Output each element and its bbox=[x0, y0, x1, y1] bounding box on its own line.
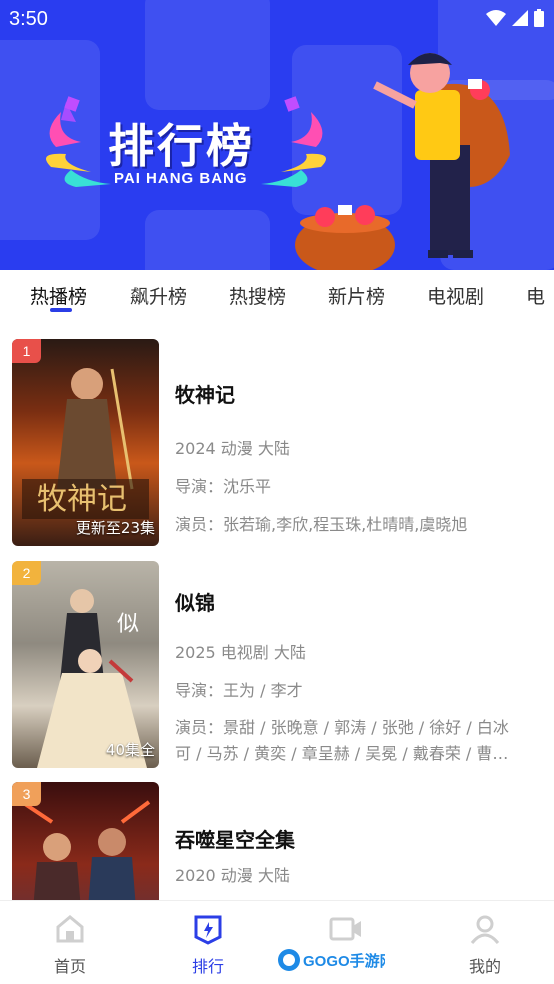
tab-active-indicator bbox=[50, 308, 72, 312]
tab-hot-search[interactable]: 热搜榜 bbox=[229, 282, 286, 309]
watermark-logo: GOGO手游网 bbox=[278, 949, 385, 971]
banner-title: 排行榜 bbox=[108, 119, 255, 173]
rank-badge: 2 bbox=[12, 561, 41, 585]
nav-label: 排行 bbox=[191, 957, 224, 976]
tab-rising[interactable]: 飙升榜 bbox=[130, 282, 187, 309]
tab-new-release[interactable]: 新片榜 bbox=[328, 282, 385, 309]
ranking-list: 牧神记 1 更新至23集 牧神记 2024 动漫 大陆 导演：沈乐平 演员：张若… bbox=[0, 322, 554, 900]
svg-text:GOGO手游网: GOGO手游网 bbox=[303, 952, 385, 970]
item-meta: 2020 动漫 大陆 bbox=[175, 866, 290, 885]
nav-label: 我的 bbox=[468, 957, 501, 976]
ranking-tabs: 热播榜 飙升榜 热搜榜 新片榜 电视剧 电 bbox=[0, 270, 554, 320]
rank-badge: 1 bbox=[12, 339, 41, 363]
episode-status: 更新至23集 bbox=[75, 519, 155, 537]
poster-image[interactable]: 3 bbox=[12, 782, 159, 900]
poster-figure-icon: 牧神记 bbox=[22, 368, 149, 519]
ranking-icon bbox=[194, 915, 222, 945]
item-title[interactable]: 牧神记 bbox=[175, 379, 545, 408]
signal-icon bbox=[512, 10, 528, 26]
list-item[interactable]: 似 2 40集全 似锦 2025 电视剧 大陆 导演：王为 / 李才 演员：景甜… bbox=[0, 561, 554, 771]
profile-icon bbox=[470, 915, 500, 944]
item-meta: 2025 电视剧 大陆 bbox=[175, 643, 306, 662]
poster-image[interactable]: 似 2 40集全 bbox=[12, 561, 159, 768]
list-item[interactable]: 牧神记 1 更新至23集 牧神记 2024 动漫 大陆 导演：沈乐平 演员：张若… bbox=[0, 339, 554, 549]
tab-tv-series[interactable]: 电视剧 bbox=[427, 282, 484, 309]
video-icon bbox=[329, 917, 361, 941]
poster-figure-icon: 似 bbox=[37, 589, 147, 768]
nav-profile[interactable]: 我的 bbox=[445, 913, 525, 977]
item-cast-line: 可 / 马苏 / 黄奕 / 章呈赫 / 吴冕 / 戴春荣 / 曹… bbox=[175, 744, 509, 763]
status-bar: 3:50 bbox=[0, 0, 554, 38]
item-title[interactable]: 吞噬星空全集 bbox=[175, 824, 545, 853]
wifi-icon bbox=[486, 10, 506, 26]
rank-badge: 3 bbox=[12, 782, 41, 806]
nav-ranking[interactable]: 排行 bbox=[168, 913, 248, 977]
status-time: 3:50 bbox=[9, 8, 48, 30]
item-cast: 演员：张若瑜,李欣,程玉珠,杜晴晴,虞晓旭 bbox=[175, 515, 468, 534]
poster-image[interactable]: 牧神记 1 更新至23集 bbox=[12, 339, 159, 546]
home-icon bbox=[56, 915, 84, 943]
item-cast-line: 演员：景甜 / 张晚意 / 郭涛 / 张弛 / 徐好 / 白冰 bbox=[175, 718, 509, 737]
nav-home[interactable]: 首页 bbox=[30, 913, 110, 977]
banner-subtitle: PAI HANG BANG bbox=[114, 170, 248, 187]
list-item[interactable]: 3 吞噬星空全集 2020 动漫 大陆 bbox=[0, 782, 554, 900]
ranking-banner: 3:50 排行榜 PAI HANG BANG bbox=[0, 0, 554, 270]
tab-more[interactable]: 电 bbox=[526, 282, 545, 309]
item-cast: 演员：景甜 / 张晚意 / 郭涛 / 张弛 / 徐好 / 白冰 可 / 马苏 /… bbox=[175, 715, 545, 767]
item-director: 导演：王为 / 李才 bbox=[175, 681, 303, 700]
tab-hot-play[interactable]: 热播榜 bbox=[30, 282, 87, 309]
item-director: 导演：沈乐平 bbox=[175, 477, 272, 496]
episode-status: 40集全 bbox=[105, 741, 155, 759]
item-title[interactable]: 似锦 bbox=[175, 587, 545, 616]
character-illustration-icon bbox=[295, 53, 510, 270]
item-meta: 2024 动漫 大陆 bbox=[175, 439, 290, 458]
svg-text:似: 似 bbox=[117, 612, 139, 637]
battery-icon bbox=[534, 9, 544, 27]
svg-text:牧神记: 牧神记 bbox=[37, 482, 127, 517]
nav-label: 首页 bbox=[53, 957, 86, 976]
